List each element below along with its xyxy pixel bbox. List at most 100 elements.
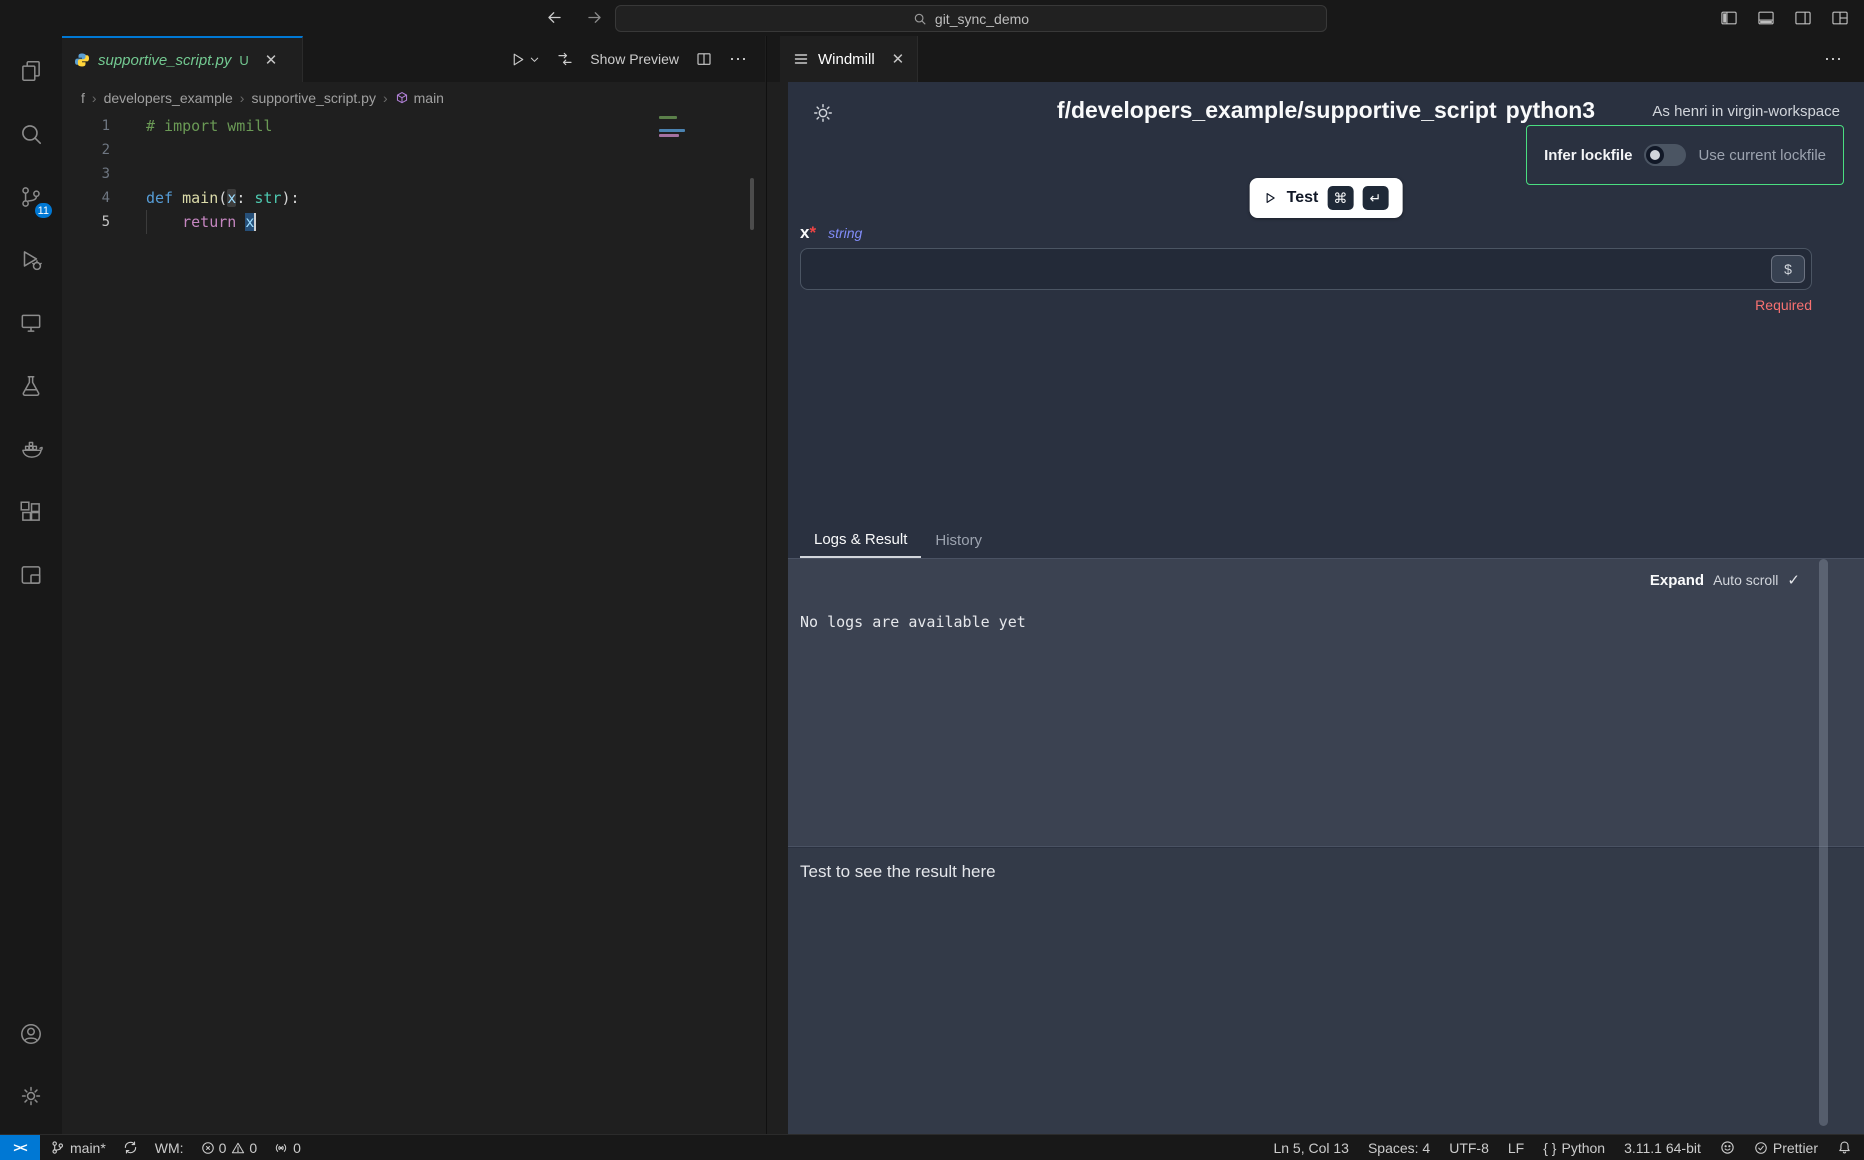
result-placeholder: Test to see the result here (800, 862, 996, 882)
split-editor-icon[interactable] (695, 50, 713, 68)
tab-history[interactable]: History (921, 523, 996, 558)
text-cursor (254, 213, 256, 231)
auto-scroll-toggle[interactable]: Auto scroll (1713, 572, 1778, 588)
more-actions-icon[interactable]: ⋯ (1824, 50, 1842, 68)
required-hint: Required (1755, 297, 1812, 313)
run-debug-icon[interactable] (7, 236, 55, 284)
result-tabs: Logs & Result History (788, 523, 1864, 559)
code-token: return (182, 213, 236, 231)
code-line[interactable]: 3 (62, 162, 765, 186)
ports-broadcast-icon (274, 1141, 288, 1155)
arg-type: string (828, 225, 862, 241)
check-icon: ✓ (1787, 571, 1800, 589)
encoding-item[interactable]: UTF-8 (1449, 1140, 1489, 1156)
variable-picker-button[interactable]: $ (1771, 255, 1805, 283)
braces-icon: { } (1543, 1140, 1556, 1156)
search-value: git_sync_demo (935, 11, 1029, 27)
code-token: x (227, 189, 236, 207)
arg-name: x (800, 223, 809, 243)
nav-back-icon[interactable] (545, 8, 564, 27)
search-icon (913, 12, 927, 26)
eol-item[interactable]: LF (1508, 1140, 1524, 1156)
nav-forward-icon[interactable] (585, 8, 604, 27)
enter-keycap: ↵ (1362, 186, 1388, 210)
lockfile-toggle[interactable] (1644, 144, 1686, 166)
notifications-bell-icon[interactable] (1837, 1140, 1852, 1155)
git-branch-item[interactable]: main* (50, 1140, 106, 1156)
toggle-secondary-sidebar-icon[interactable] (1793, 8, 1813, 28)
scm-badge: 11 (33, 201, 54, 220)
toggle-primary-sidebar-icon[interactable] (1719, 8, 1739, 28)
account-icon[interactable] (7, 1010, 55, 1058)
docker-icon[interactable] (7, 425, 55, 473)
code-editor[interactable]: 1# import wmill234def main(x: str):5 ret… (62, 114, 765, 1134)
problems-item[interactable]: 0 0 (201, 1140, 258, 1156)
editor-group-right: Windmill ✕ ⋯ f/developers_example/suppor… (766, 36, 1864, 1134)
extensions-icon[interactable] (7, 488, 55, 536)
code-token: str (254, 189, 281, 207)
editor-scrollbar[interactable] (750, 178, 754, 230)
code-line[interactable]: 5 return x (62, 210, 765, 234)
breadcrumb: f › developers_example › supportive_scri… (62, 82, 765, 114)
command-center-search[interactable]: git_sync_demo (615, 5, 1327, 32)
code-line[interactable]: 2 (62, 138, 765, 162)
more-actions-icon[interactable]: ⋯ (729, 50, 747, 68)
line-number: 4 (62, 190, 110, 206)
code-line[interactable]: 4def main(x: str): (62, 186, 765, 210)
breadcrumb-symbol[interactable]: main (395, 90, 444, 106)
sync-icon[interactable] (123, 1140, 138, 1155)
indent-guide (146, 210, 147, 234)
activity-bar: 11 (0, 36, 62, 1134)
remote-indicator[interactable]: >< (0, 1135, 40, 1160)
customize-layout-icon[interactable] (1830, 8, 1850, 28)
breadcrumb-file[interactable]: supportive_script.py (251, 90, 376, 106)
close-tab-icon[interactable]: ✕ (265, 51, 278, 69)
minimap[interactable] (659, 116, 687, 139)
infer-lockfile-label: Infer lockfile (1544, 147, 1632, 164)
explorer-icon[interactable] (7, 47, 55, 95)
run-python-file-icon[interactable] (510, 51, 540, 68)
argument-row: x * string (800, 223, 862, 243)
language-mode-item[interactable]: { } Python (1543, 1140, 1605, 1156)
breadcrumb-separator: › (92, 90, 97, 106)
ports-item[interactable]: 0 (274, 1140, 301, 1156)
cursor-position-item[interactable]: Ln 5, Col 13 (1273, 1140, 1349, 1156)
no-logs-message: No logs are available yet (800, 613, 1026, 631)
feedback-smiley-icon[interactable] (1720, 1140, 1735, 1155)
tab-supportive-script[interactable]: supportive_script.py U ✕ (62, 36, 303, 82)
search-sidebar-icon[interactable] (7, 110, 55, 158)
lockfile-box: Infer lockfile Use current lockfile (1526, 125, 1844, 185)
windmill-status-item[interactable]: WM: (155, 1140, 184, 1156)
tab-logs-result[interactable]: Logs & Result (800, 523, 921, 558)
play-icon (1264, 191, 1278, 205)
use-current-lockfile-label: Use current lockfile (1698, 147, 1826, 164)
breadcrumb-folder[interactable]: developers_example (104, 90, 233, 106)
warning-icon (231, 1141, 245, 1155)
line-number: 1 (62, 118, 110, 134)
tab-windmill[interactable]: Windmill ✕ (780, 36, 918, 82)
breadcrumb-separator: › (383, 90, 388, 106)
python-interpreter-item[interactable]: 3.11.1 64-bit (1624, 1140, 1701, 1156)
prettier-item[interactable]: Prettier (1754, 1140, 1818, 1156)
arg-x-input[interactable] (800, 248, 1812, 290)
test-button[interactable]: Test ⌘ ↵ (1250, 178, 1403, 218)
webview-scrollbar[interactable] (1819, 559, 1828, 1126)
close-tab-icon[interactable]: ✕ (892, 50, 905, 68)
line-number: 5 (62, 214, 110, 230)
toggle-panel-icon[interactable] (1756, 8, 1776, 28)
breadcrumb-root[interactable]: f (81, 90, 85, 106)
code-token: # import wmill (146, 117, 272, 135)
editor-tab-bar: supportive_script.py U ✕ Show Preview ⋯ (62, 36, 765, 82)
open-changes-icon[interactable] (556, 50, 574, 68)
result-panel: Test to see the result here (788, 848, 1864, 1134)
settings-gear-icon[interactable] (7, 1072, 55, 1120)
code-token (146, 213, 182, 231)
source-control-icon[interactable]: 11 (7, 173, 55, 221)
windmill-extension-icon[interactable] (7, 551, 55, 599)
logs-panel: Expand Auto scroll ✓ No logs are availab… (788, 559, 1864, 847)
testing-icon[interactable] (7, 362, 55, 410)
indentation-item[interactable]: Spaces: 4 (1368, 1140, 1430, 1156)
expand-button[interactable]: Expand (1650, 572, 1704, 589)
remote-explorer-icon[interactable] (7, 299, 55, 347)
show-preview-button[interactable]: Show Preview (590, 51, 679, 67)
